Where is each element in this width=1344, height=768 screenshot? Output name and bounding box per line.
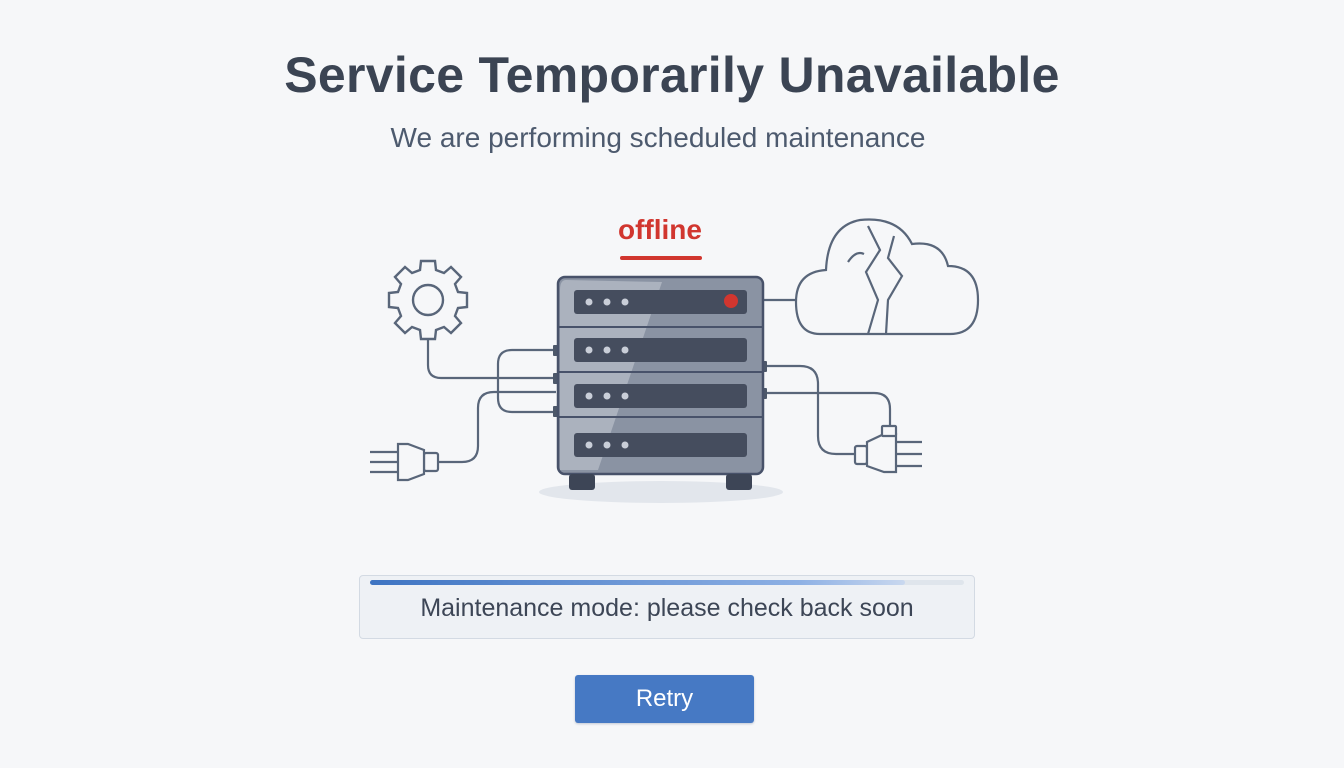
maintenance-message: Maintenance mode: please check back soon xyxy=(420,594,914,622)
power-plug-icon xyxy=(370,442,440,482)
maintenance-progress-card: Maintenance mode: please check back soon xyxy=(359,575,975,639)
progress-track xyxy=(370,580,964,585)
offline-status-label: offline xyxy=(618,214,702,245)
cables-left xyxy=(426,330,556,464)
power-socket-icon xyxy=(853,424,922,474)
maintenance-page: Service Temporarily Unavailable We are p… xyxy=(0,0,1344,768)
server-illustration xyxy=(370,218,980,503)
broken-cloud-icon xyxy=(794,218,980,336)
server-rack-icon xyxy=(556,275,765,490)
gear-icon xyxy=(387,259,469,341)
status-led xyxy=(724,294,738,308)
offline-underline xyxy=(620,256,702,260)
retry-button[interactable]: Retry xyxy=(575,675,754,723)
progress-fill xyxy=(370,580,905,585)
